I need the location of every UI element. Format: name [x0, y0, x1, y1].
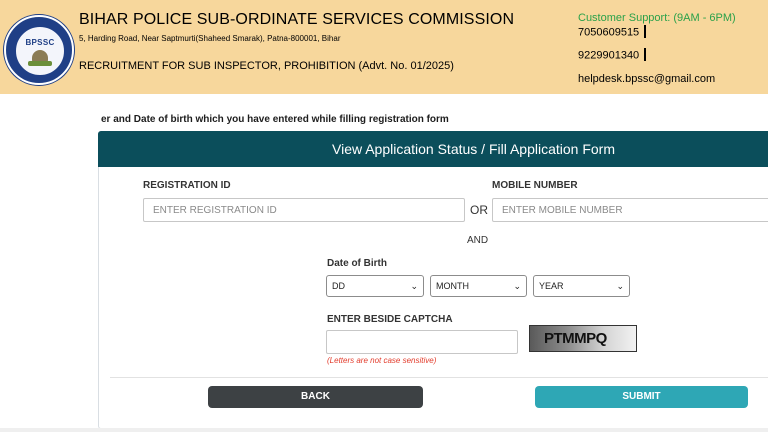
- commission-title: BIHAR POLICE SUB-ORDINATE SERVICES COMMI…: [79, 11, 515, 28]
- dob-month-value: MONTH: [436, 281, 469, 291]
- back-button[interactable]: BACK: [208, 386, 423, 408]
- commission-address: 5, Harding Road, Near Saptmurti(Shaheed …: [79, 34, 341, 43]
- dob-year-value: YEAR: [539, 281, 564, 291]
- captcha-label: ENTER BESIDE CAPTCHA: [327, 314, 453, 325]
- dob-day-value: DD: [332, 281, 345, 291]
- and-separator: AND: [467, 235, 489, 246]
- support-phone-1-number: 7050609515: [578, 26, 640, 39]
- submit-button[interactable]: SUBMIT: [535, 386, 748, 408]
- or-separator: OR: [470, 203, 488, 217]
- dob-day-select[interactable]: DD ⌄: [326, 275, 424, 297]
- form-divider: [110, 377, 768, 378]
- bpssc-logo: BPSSC: [4, 15, 74, 85]
- registration-id-input[interactable]: [143, 198, 465, 222]
- customer-support-label: Customer Support: (9AM - 6PM): [578, 12, 736, 24]
- form-title: View Application Status / Fill Applicati…: [332, 141, 615, 157]
- captcha-image: PTMMPQ: [529, 325, 637, 352]
- mobile-number-label: MOBILE NUMBER: [492, 180, 578, 191]
- captcha-hint: (Letters are not case sensitive): [327, 356, 437, 365]
- captcha-text: PTMMPQ: [544, 330, 607, 347]
- text-cursor-bar: [644, 25, 647, 38]
- logo-text: BPSSC: [25, 38, 55, 47]
- registration-id-label: REGISTRATION ID: [143, 180, 231, 191]
- chevron-down-icon: ⌄: [513, 281, 521, 291]
- text-cursor-bar: [644, 48, 647, 61]
- support-phone-2: 9229901340: [578, 48, 647, 62]
- recruitment-title: RECRUITMENT FOR SUB INSPECTOR, PROHIBITI…: [79, 60, 454, 72]
- instruction-text: er and Date of birth which you have ente…: [101, 114, 449, 125]
- support-email: helpdesk.bpssc@gmail.com: [578, 73, 716, 85]
- support-phone-1: 7050609515: [578, 25, 647, 39]
- chevron-down-icon: ⌄: [616, 281, 624, 291]
- date-of-birth-label: Date of Birth: [327, 258, 387, 269]
- logo-inner-circle: BPSSC: [15, 26, 65, 76]
- dob-month-select[interactable]: MONTH ⌄: [430, 275, 527, 297]
- support-phone-2-number: 9229901340: [578, 49, 640, 62]
- captcha-input[interactable]: [326, 330, 518, 354]
- mobile-number-input[interactable]: [492, 198, 768, 222]
- logo-base-shape: [28, 61, 52, 66]
- chevron-down-icon: ⌄: [410, 281, 418, 291]
- dob-year-select[interactable]: YEAR ⌄: [533, 275, 630, 297]
- page-bottom-strip: [0, 428, 768, 432]
